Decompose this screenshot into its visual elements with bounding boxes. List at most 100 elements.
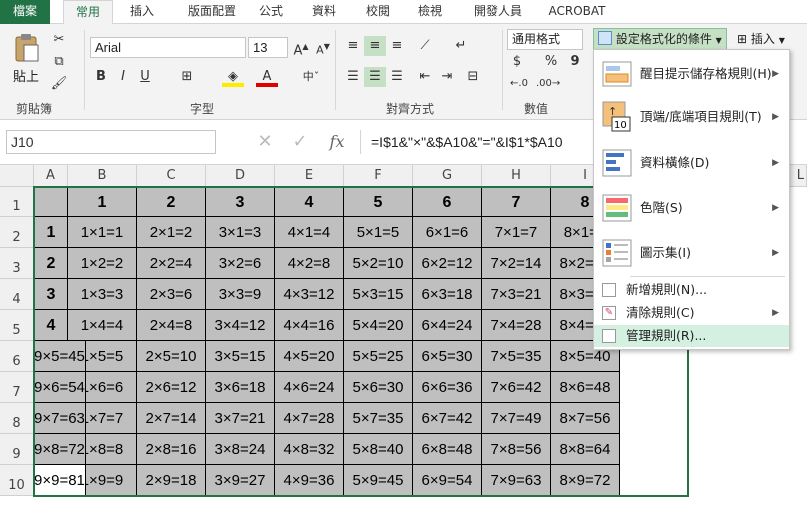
table-header-cell[interactable]: 6 <box>413 187 482 217</box>
table-cell[interactable]: 3×7=21 <box>206 403 275 434</box>
table-cell[interactable]: 2×1=2 <box>137 217 206 248</box>
row-header-5[interactable]: 5 <box>0 310 34 341</box>
column-header-E[interactable]: E <box>275 165 344 187</box>
tab-home[interactable]: 常用 <box>63 0 113 25</box>
table-cell[interactable]: 2×5=10 <box>137 341 206 372</box>
orientation-icon[interactable]: ⟋ <box>414 36 436 56</box>
tab-formulas[interactable]: 公式 <box>253 0 289 24</box>
table-cell[interactable]: 4×1=4 <box>275 217 344 248</box>
row-header-8[interactable]: 8 <box>0 403 34 434</box>
table-cell[interactable]: 5×3=15 <box>344 279 413 310</box>
table-cell[interactable]: 7×1=7 <box>482 217 551 248</box>
table-cell[interactable]: 5×4=20 <box>344 310 413 341</box>
table-cell[interactable]: 6×2=12 <box>413 248 482 279</box>
table-cell[interactable]: 1×2=2 <box>68 248 137 279</box>
table-cell[interactable]: 6×3=18 <box>413 279 482 310</box>
table-cell[interactable]: 6×6=36 <box>413 372 482 403</box>
table-header-cell[interactable]: 2 <box>137 187 206 217</box>
font-color-icon[interactable]: A <box>256 67 278 87</box>
table-cell[interactable]: 7×5=35 <box>482 341 551 372</box>
font-size-box[interactable]: 13 <box>248 37 288 58</box>
column-header-L[interactable]: L <box>790 165 807 187</box>
table-cell[interactable]: 7×6=42 <box>482 372 551 403</box>
phonetic-icon[interactable]: 中ˇ <box>300 67 322 87</box>
menu-item-highlight-rules[interactable]: 醒目提示儲存格規則(H) ▶ <box>594 54 789 94</box>
table-cell[interactable]: 6×7=42 <box>413 403 482 434</box>
format-painter-icon[interactable]: 🖌 <box>48 74 70 94</box>
row-header-4[interactable]: 4 <box>0 279 34 310</box>
table-cell[interactable]: 5×9=45 <box>344 465 413 496</box>
column-header-A[interactable]: A <box>34 165 68 187</box>
table-cell[interactable]: 6×5=30 <box>413 341 482 372</box>
number-format-box[interactable]: 通用格式 <box>507 29 583 50</box>
table-cell[interactable]: 7×4=28 <box>482 310 551 341</box>
menu-item-manage-rules[interactable]: 管理規則(R)... <box>594 325 789 347</box>
table-header-cell[interactable]: 3 <box>34 279 68 310</box>
table-cell[interactable]: 3×5=15 <box>206 341 275 372</box>
table-cell[interactable]: 5×7=35 <box>344 403 413 434</box>
table-cell[interactable]: 4×7=28 <box>275 403 344 434</box>
table-header-cell[interactable]: 4 <box>275 187 344 217</box>
column-header-H[interactable]: H <box>482 165 551 187</box>
cut-icon[interactable]: ✂ <box>48 30 70 50</box>
wrap-text-icon[interactable]: ↵ <box>450 36 472 56</box>
conditional-format-button[interactable]: 設定格式化的條件 ▼ <box>593 28 727 50</box>
shrink-font-icon[interactable]: A▼ <box>312 37 334 57</box>
grow-font-icon[interactable]: A▲ <box>290 37 312 58</box>
paste-button[interactable]: 貼上 <box>8 30 44 86</box>
row-header-6[interactable]: 6 <box>0 341 34 372</box>
table-cell[interactable]: 2×7=14 <box>137 403 206 434</box>
tab-page-layout[interactable]: 版面配置 <box>176 0 248 24</box>
table-cell[interactable]: 5×8=40 <box>344 434 413 465</box>
font-name-box[interactable]: Arial <box>90 37 246 58</box>
table-cell[interactable]: 8×6=48 <box>551 372 620 403</box>
column-header-G[interactable]: G <box>413 165 482 187</box>
menu-item-new-rule[interactable]: 新增規則(N)... <box>594 279 789 301</box>
tab-acrobat[interactable]: ACROBAT <box>542 0 612 24</box>
align-center-icon[interactable]: ☰ <box>364 67 386 87</box>
table-cell[interactable]: 7×3=21 <box>482 279 551 310</box>
table-cell[interactable]: 3×4=12 <box>206 310 275 341</box>
table-cell[interactable]: 4×4=16 <box>275 310 344 341</box>
table-cell[interactable]: 1×4=4 <box>68 310 137 341</box>
table-cell[interactable]: 9×6=54 <box>34 372 86 403</box>
column-header-C[interactable]: C <box>137 165 206 187</box>
select-all-corner[interactable] <box>0 165 34 187</box>
tab-view[interactable]: 檢視 <box>412 0 448 24</box>
menu-item-color-scales[interactable]: 色階(S) ▶ <box>594 186 789 230</box>
column-header-D[interactable]: D <box>206 165 275 187</box>
table-header-cell[interactable]: 1 <box>34 217 68 248</box>
table-cell[interactable]: 8×8=64 <box>551 434 620 465</box>
fill-color-icon[interactable]: ◈ <box>222 67 244 87</box>
tab-file[interactable]: 檔案 <box>0 0 50 24</box>
table-cell[interactable]: 3×9=27 <box>206 465 275 496</box>
table-cell[interactable]: 1×3=3 <box>68 279 137 310</box>
copy-icon[interactable]: ⧉ <box>48 52 70 72</box>
table-cell[interactable]: 8×7=56 <box>551 403 620 434</box>
table-cell[interactable]: 4×3=12 <box>275 279 344 310</box>
indent-decrease-icon[interactable]: ⇤ <box>414 67 436 87</box>
table-cell[interactable]: 1×1=1 <box>68 217 137 248</box>
table-cell[interactable]: 3×8=24 <box>206 434 275 465</box>
table-cell[interactable]: 4×8=32 <box>275 434 344 465</box>
table-header-cell[interactable]: 5 <box>344 187 413 217</box>
tab-data[interactable]: 資料 <box>306 0 342 24</box>
table-cell[interactable]: 4×5=20 <box>275 341 344 372</box>
align-right-icon[interactable]: ☰ <box>386 67 408 87</box>
table-cell[interactable]: 6×1=6 <box>413 217 482 248</box>
column-header-F[interactable]: F <box>344 165 413 187</box>
insert-cells-button[interactable]: ⊞ 插入 ▼ <box>736 28 802 50</box>
table-header-cell[interactable] <box>34 187 68 217</box>
table-cell[interactable]: 2×4=8 <box>137 310 206 341</box>
table-cell[interactable]: 4×9=36 <box>275 465 344 496</box>
merge-icon[interactable]: ⊟ <box>462 67 484 87</box>
tab-review[interactable]: 校閱 <box>360 0 396 24</box>
table-cell[interactable]: 3×6=18 <box>206 372 275 403</box>
tab-insert[interactable]: 插入 <box>121 0 163 24</box>
table-cell[interactable]: 6×9=54 <box>413 465 482 496</box>
table-header-cell[interactable]: 1 <box>68 187 137 217</box>
table-cell[interactable]: 4×2=8 <box>275 248 344 279</box>
indent-increase-icon[interactable]: ⇥ <box>436 67 458 87</box>
name-box[interactable]: J10 <box>6 130 216 154</box>
table-cell[interactable]: 5×6=30 <box>344 372 413 403</box>
